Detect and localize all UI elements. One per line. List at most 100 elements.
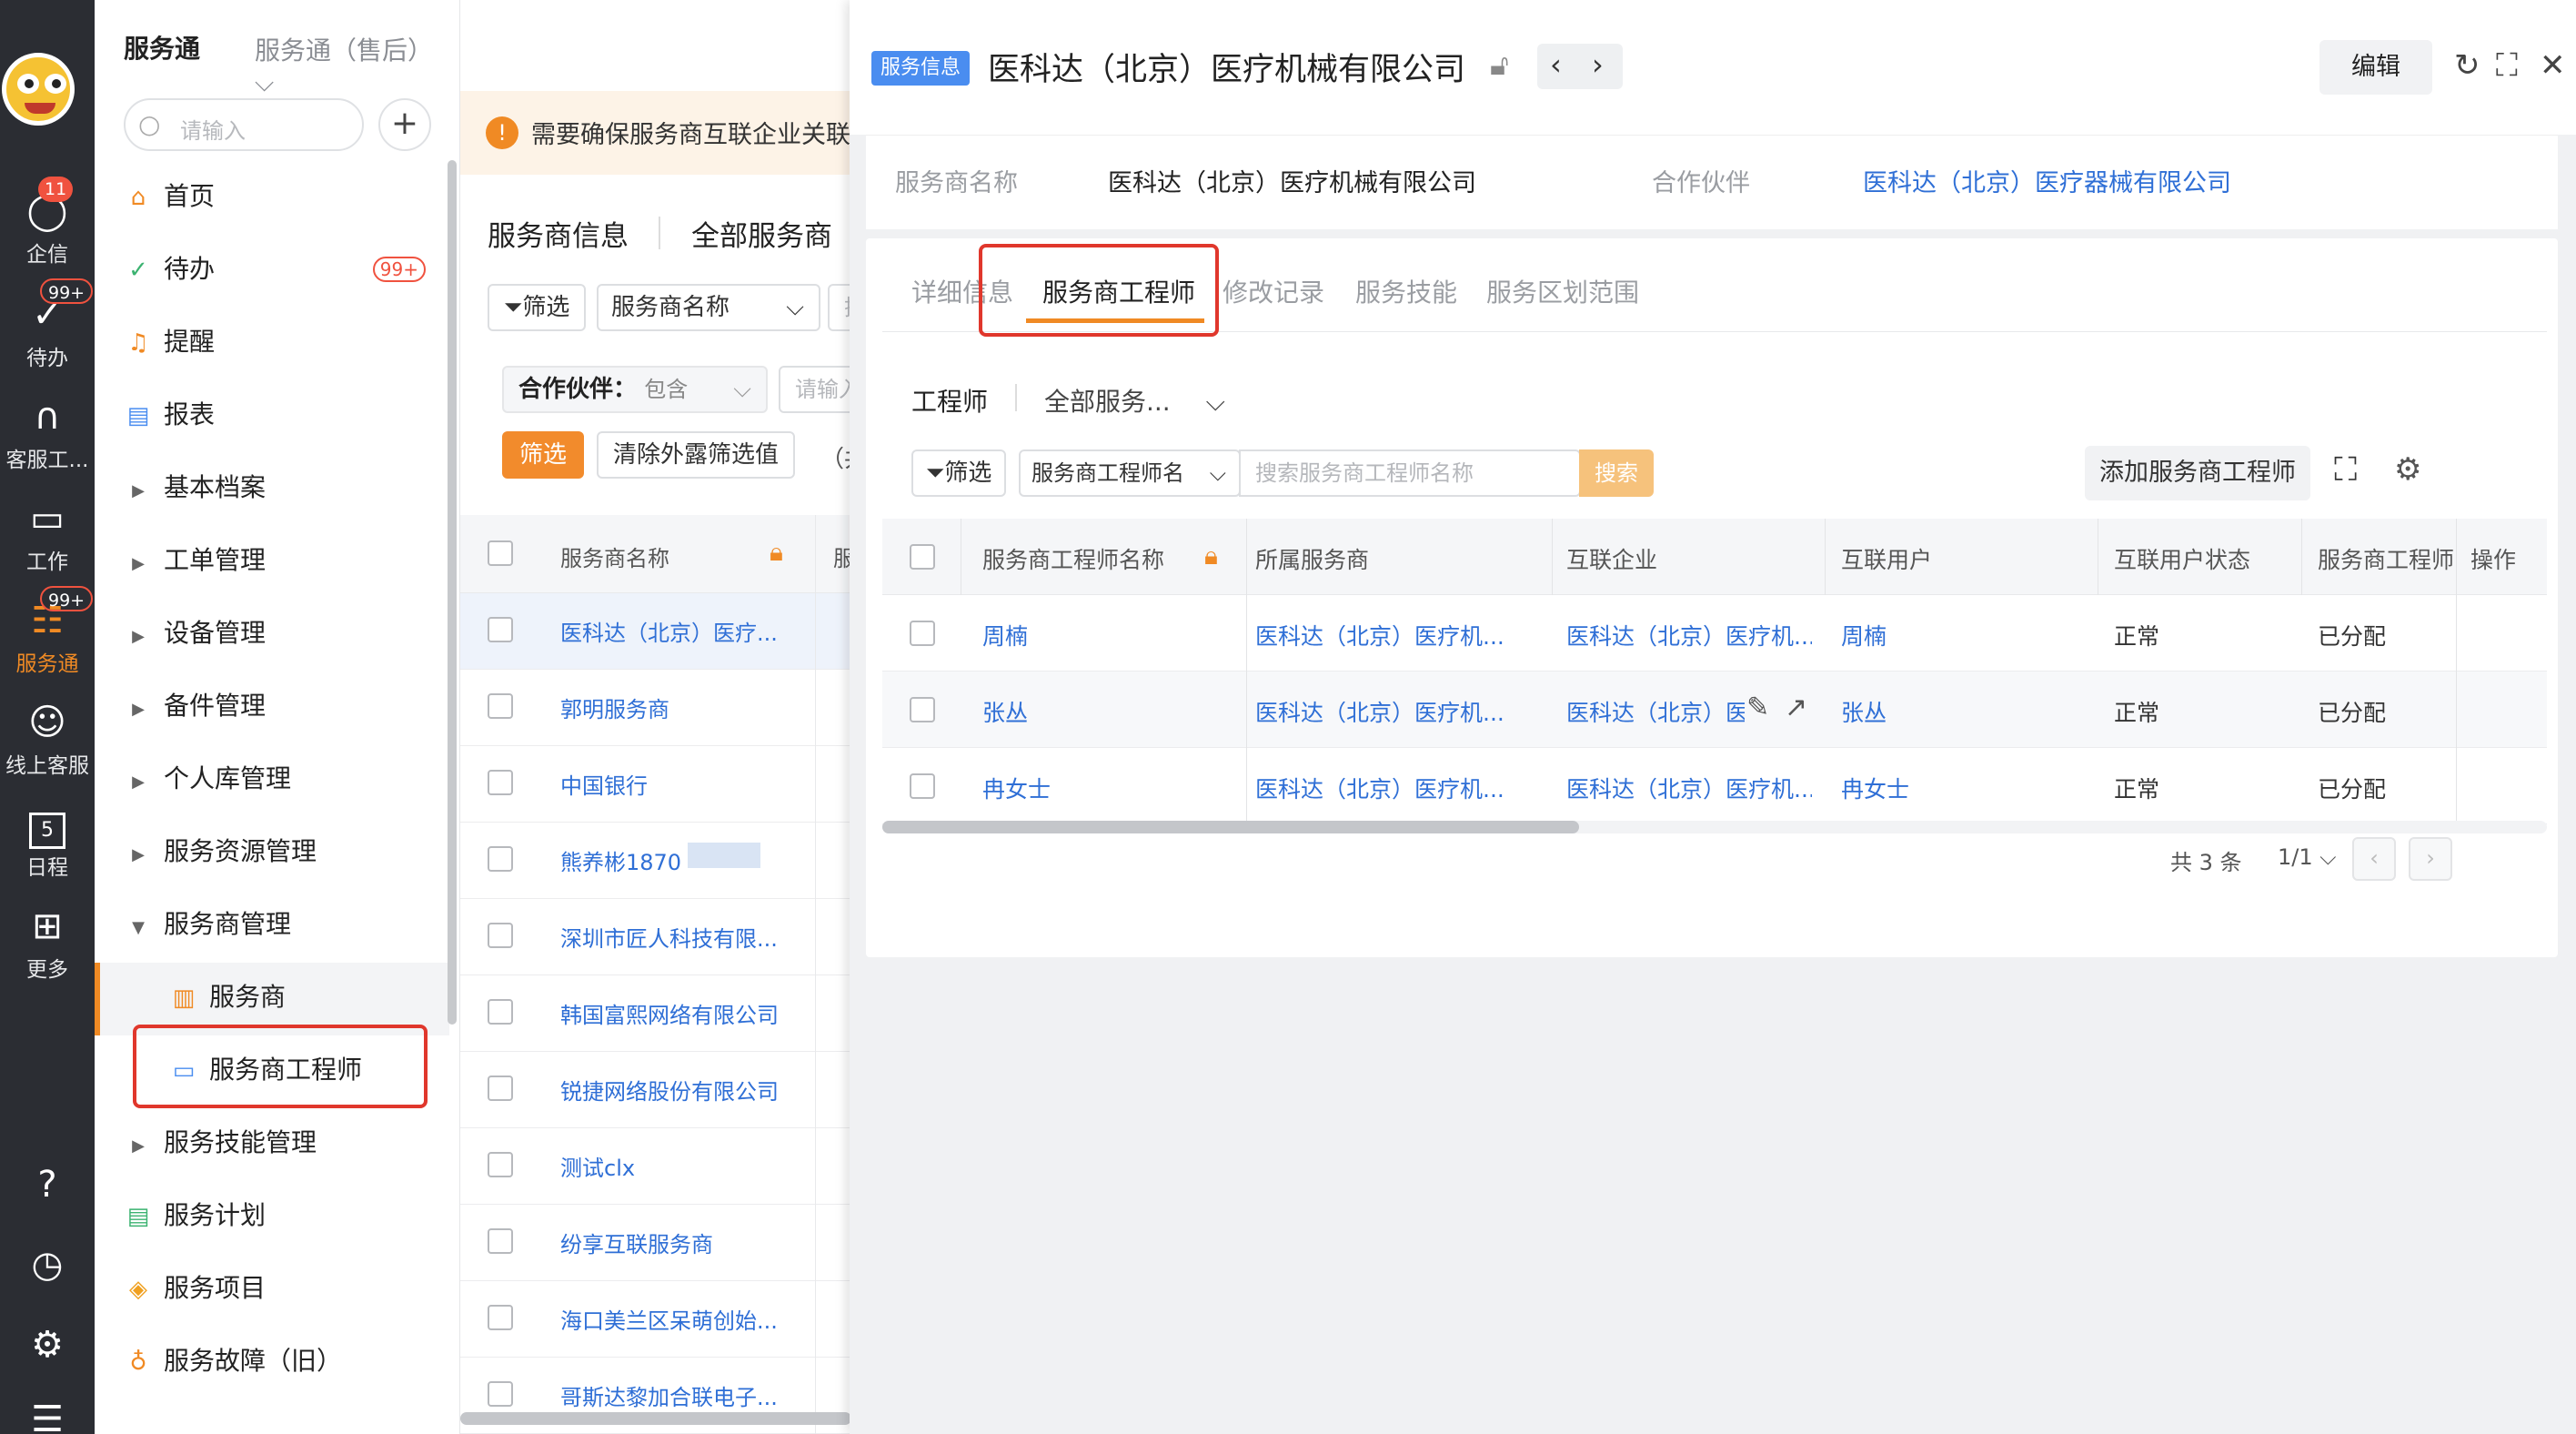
provider-link[interactable]: 医科达（北京）医疗机... — [1255, 619, 1528, 651]
select-all-checkbox[interactable] — [910, 544, 935, 570]
contacts-icon[interactable]: ☰ — [20, 1392, 75, 1434]
scope-select[interactable]: 全部服务... ⌵ — [1044, 382, 1225, 419]
app-switcher[interactable]: 服务通（售后） ⌵ — [255, 31, 459, 98]
engineer-field-select[interactable]: 服务商工程师名 ⌵ — [1019, 449, 1241, 497]
enterprise-link[interactable]: 医科达（北京）医疗 — [1566, 695, 1745, 728]
nav-item-reports[interactable]: ▤ 报表 — [122, 388, 449, 442]
nav-item-reminders[interactable]: ♫ 提醒 — [122, 315, 449, 369]
nav-item-equipment[interactable]: ▶ 设备管理 — [122, 606, 449, 661]
table-row[interactable]: 纷享互联服务商 — [460, 1205, 851, 1281]
table-row[interactable]: 张丛 医科达（北京）医疗机... 医科达（北京）医疗 ✎ ↗ 张丛 正常 已分配 — [882, 672, 2547, 748]
col-provider-name[interactable]: 服务商名称 — [560, 540, 669, 572]
tab-all-providers[interactable]: 全部服务商 — [691, 213, 832, 254]
edit-icon[interactable]: ✎ — [1746, 692, 1769, 723]
engineer-filter-button[interactable]: ⏷筛选 — [911, 449, 1006, 497]
unlock-icon[interactable]: 🔓︎ — [1490, 47, 1509, 83]
next-record-icon[interactable]: › — [1592, 47, 1604, 82]
nav-item-service-skills[interactable]: ▶ 服务技能管理 — [122, 1116, 449, 1170]
table-row[interactable]: 熊养彬1870 — [460, 823, 851, 899]
table-row[interactable]: 深圳市匠人科技有限... — [460, 899, 851, 975]
user-link[interactable]: 冉女士 — [1841, 772, 1909, 804]
table-row[interactable]: 中国银行 — [460, 746, 851, 823]
table-row[interactable]: 冉女士 医科达（北京）医疗机... 医科达（北京）医疗机... 冉女士 正常 已… — [882, 748, 2547, 824]
col-provider[interactable]: 所属服务商 — [1255, 542, 1369, 575]
col-user-status[interactable]: 互联用户状态 — [2114, 542, 2250, 575]
rail-item-calendar[interactable]: 5 日程 — [0, 803, 95, 881]
nav-scrollbar[interactable] — [448, 160, 457, 1025]
edit-button[interactable]: 编辑 — [2319, 40, 2432, 95]
nav-item-todo[interactable]: ✓ 待办 99+ — [122, 242, 449, 297]
settings-icon[interactable]: ⚙ — [20, 1318, 75, 1372]
add-button[interactable]: + — [378, 98, 431, 151]
nav-item-basic-files[interactable]: ▶ 基本档案 — [122, 460, 449, 515]
nav-item-personal-stock[interactable]: ▶ 个人库管理 — [122, 752, 449, 806]
col-engineer-name[interactable]: 服务商工程师名称 — [982, 542, 1164, 575]
row-checkbox[interactable] — [910, 621, 935, 646]
provider-link[interactable]: 医科达（北京）医疗机... — [1255, 695, 1528, 728]
table-row[interactable]: 测试clx — [460, 1128, 851, 1205]
rail-item-todo[interactable]: ✓ 待办 — [0, 293, 95, 371]
engineer-name-link[interactable]: 冉女士 — [982, 772, 1051, 804]
nav-item-providers[interactable]: ▥ 服务商 — [167, 970, 495, 1025]
clear-filter-button[interactable]: 清除外露筛选值 — [597, 431, 795, 479]
table-row[interactable]: 医科达（北京）医疗... — [460, 593, 851, 670]
settings-icon[interactable]: ⚙ — [2394, 451, 2421, 488]
refresh-icon[interactable]: ↻ — [2454, 47, 2480, 84]
list-h-scrollbar[interactable] — [460, 1412, 851, 1425]
table-row[interactable]: 周楠 医科达（北京）医疗机... 医科达（北京）医疗机... 周楠 正常 已分配 — [882, 595, 2547, 672]
page-select[interactable]: 1/1 ⌵ — [2278, 844, 2336, 870]
help-icon[interactable]: ? — [20, 1157, 75, 1212]
rail-item-service-desk[interactable]: ∩ 客服工... — [0, 395, 95, 473]
partner-input[interactable]: 请输入 — [779, 366, 860, 413]
provider-link[interactable]: 医科达（北京）医疗机... — [1255, 772, 1528, 804]
table-row[interactable]: 郭明服务商 — [460, 670, 851, 746]
partner-filter[interactable]: 合作伙伴： 包含 ⌵ — [502, 366, 768, 413]
apply-filter-button[interactable]: 筛选 — [502, 431, 584, 479]
select-all-checkbox[interactable] — [488, 540, 513, 566]
table-h-scrollbar[interactable] — [882, 821, 2547, 833]
partner-link[interactable]: 医科达（北京）医疗器械有限公司 — [1863, 163, 2231, 198]
nav-item-work-orders[interactable]: ▶ 工单管理 — [122, 533, 449, 588]
prev-page-button[interactable]: ‹ — [2352, 837, 2396, 881]
table-row[interactable]: 海口美兰区呆萌创始... — [460, 1281, 851, 1358]
col-engineer-status[interactable]: 服务商工程师... — [2318, 542, 2454, 575]
open-link-icon[interactable]: ↗ — [1785, 692, 1807, 723]
scroll-thumb[interactable] — [882, 821, 1579, 833]
tab-change-log[interactable]: 修改记录 — [1223, 273, 1324, 309]
nav-item-service-plans[interactable]: ▤ 服务计划 — [122, 1188, 449, 1243]
nav-item-service-faults[interactable]: ♁ 服务故障（旧） — [122, 1334, 449, 1389]
user-avatar[interactable] — [2, 53, 75, 126]
rail-item-work[interactable]: ▭ 工作 — [0, 497, 95, 575]
user-link[interactable]: 张丛 — [1841, 695, 1887, 728]
clock-icon[interactable]: ◷ — [20, 1237, 75, 1292]
engineer-search-input[interactable]: 搜索服务商工程师名称 — [1239, 449, 1581, 497]
user-link[interactable]: 周楠 — [1841, 619, 1887, 651]
nav-item-provider-management[interactable]: ▼ 服务商管理 — [122, 897, 449, 952]
col-enterprise[interactable]: 互联企业 — [1566, 542, 1657, 575]
nav-search-input[interactable]: ○ 请输入 — [124, 98, 364, 151]
tab-service-areas[interactable]: 服务区划范围 — [1486, 273, 1639, 309]
field-select[interactable]: 服务商名称 ⌵ — [597, 284, 820, 331]
enterprise-link[interactable]: 医科达（北京）医疗机... — [1566, 772, 1812, 804]
add-engineer-button[interactable]: 添加服务商工程师 — [2085, 446, 2310, 500]
enterprise-link[interactable]: 医科达（北京）医疗机... — [1566, 619, 1812, 651]
engineer-name-link[interactable]: 张丛 — [982, 695, 1028, 728]
fullscreen-icon[interactable]: ⛶ — [2496, 47, 2518, 84]
next-page-button[interactable]: › — [2409, 837, 2452, 881]
engineer-name-link[interactable]: 周楠 — [982, 619, 1028, 651]
tab-service-skills[interactable]: 服务技能 — [1355, 273, 1457, 309]
nav-item-spare-parts[interactable]: ▶ 备件管理 — [122, 679, 449, 733]
prev-record-icon[interactable]: ‹ — [1550, 47, 1562, 82]
table-row[interactable]: 韩国富熙网络有限公司 — [460, 975, 851, 1052]
nav-item-service-items[interactable]: ◈ 服务项目 — [122, 1261, 449, 1316]
close-icon[interactable]: ✕ — [2540, 47, 2566, 84]
rail-item-more[interactable]: ⊞ 更多 — [0, 904, 95, 983]
row-checkbox[interactable] — [910, 697, 935, 722]
rail-item-online-support[interactable]: ☺ 线上客服 — [0, 701, 95, 779]
filter-button[interactable]: ⏷筛选 — [488, 284, 586, 331]
search-button[interactable]: 搜索 — [1579, 449, 1654, 497]
tab-provider-info[interactable]: 服务商信息 — [488, 213, 629, 254]
row-checkbox[interactable] — [910, 773, 935, 799]
expand-icon[interactable]: ⛶ — [2334, 451, 2357, 490]
col-linked-user[interactable]: 互联用户 — [1841, 542, 1932, 575]
